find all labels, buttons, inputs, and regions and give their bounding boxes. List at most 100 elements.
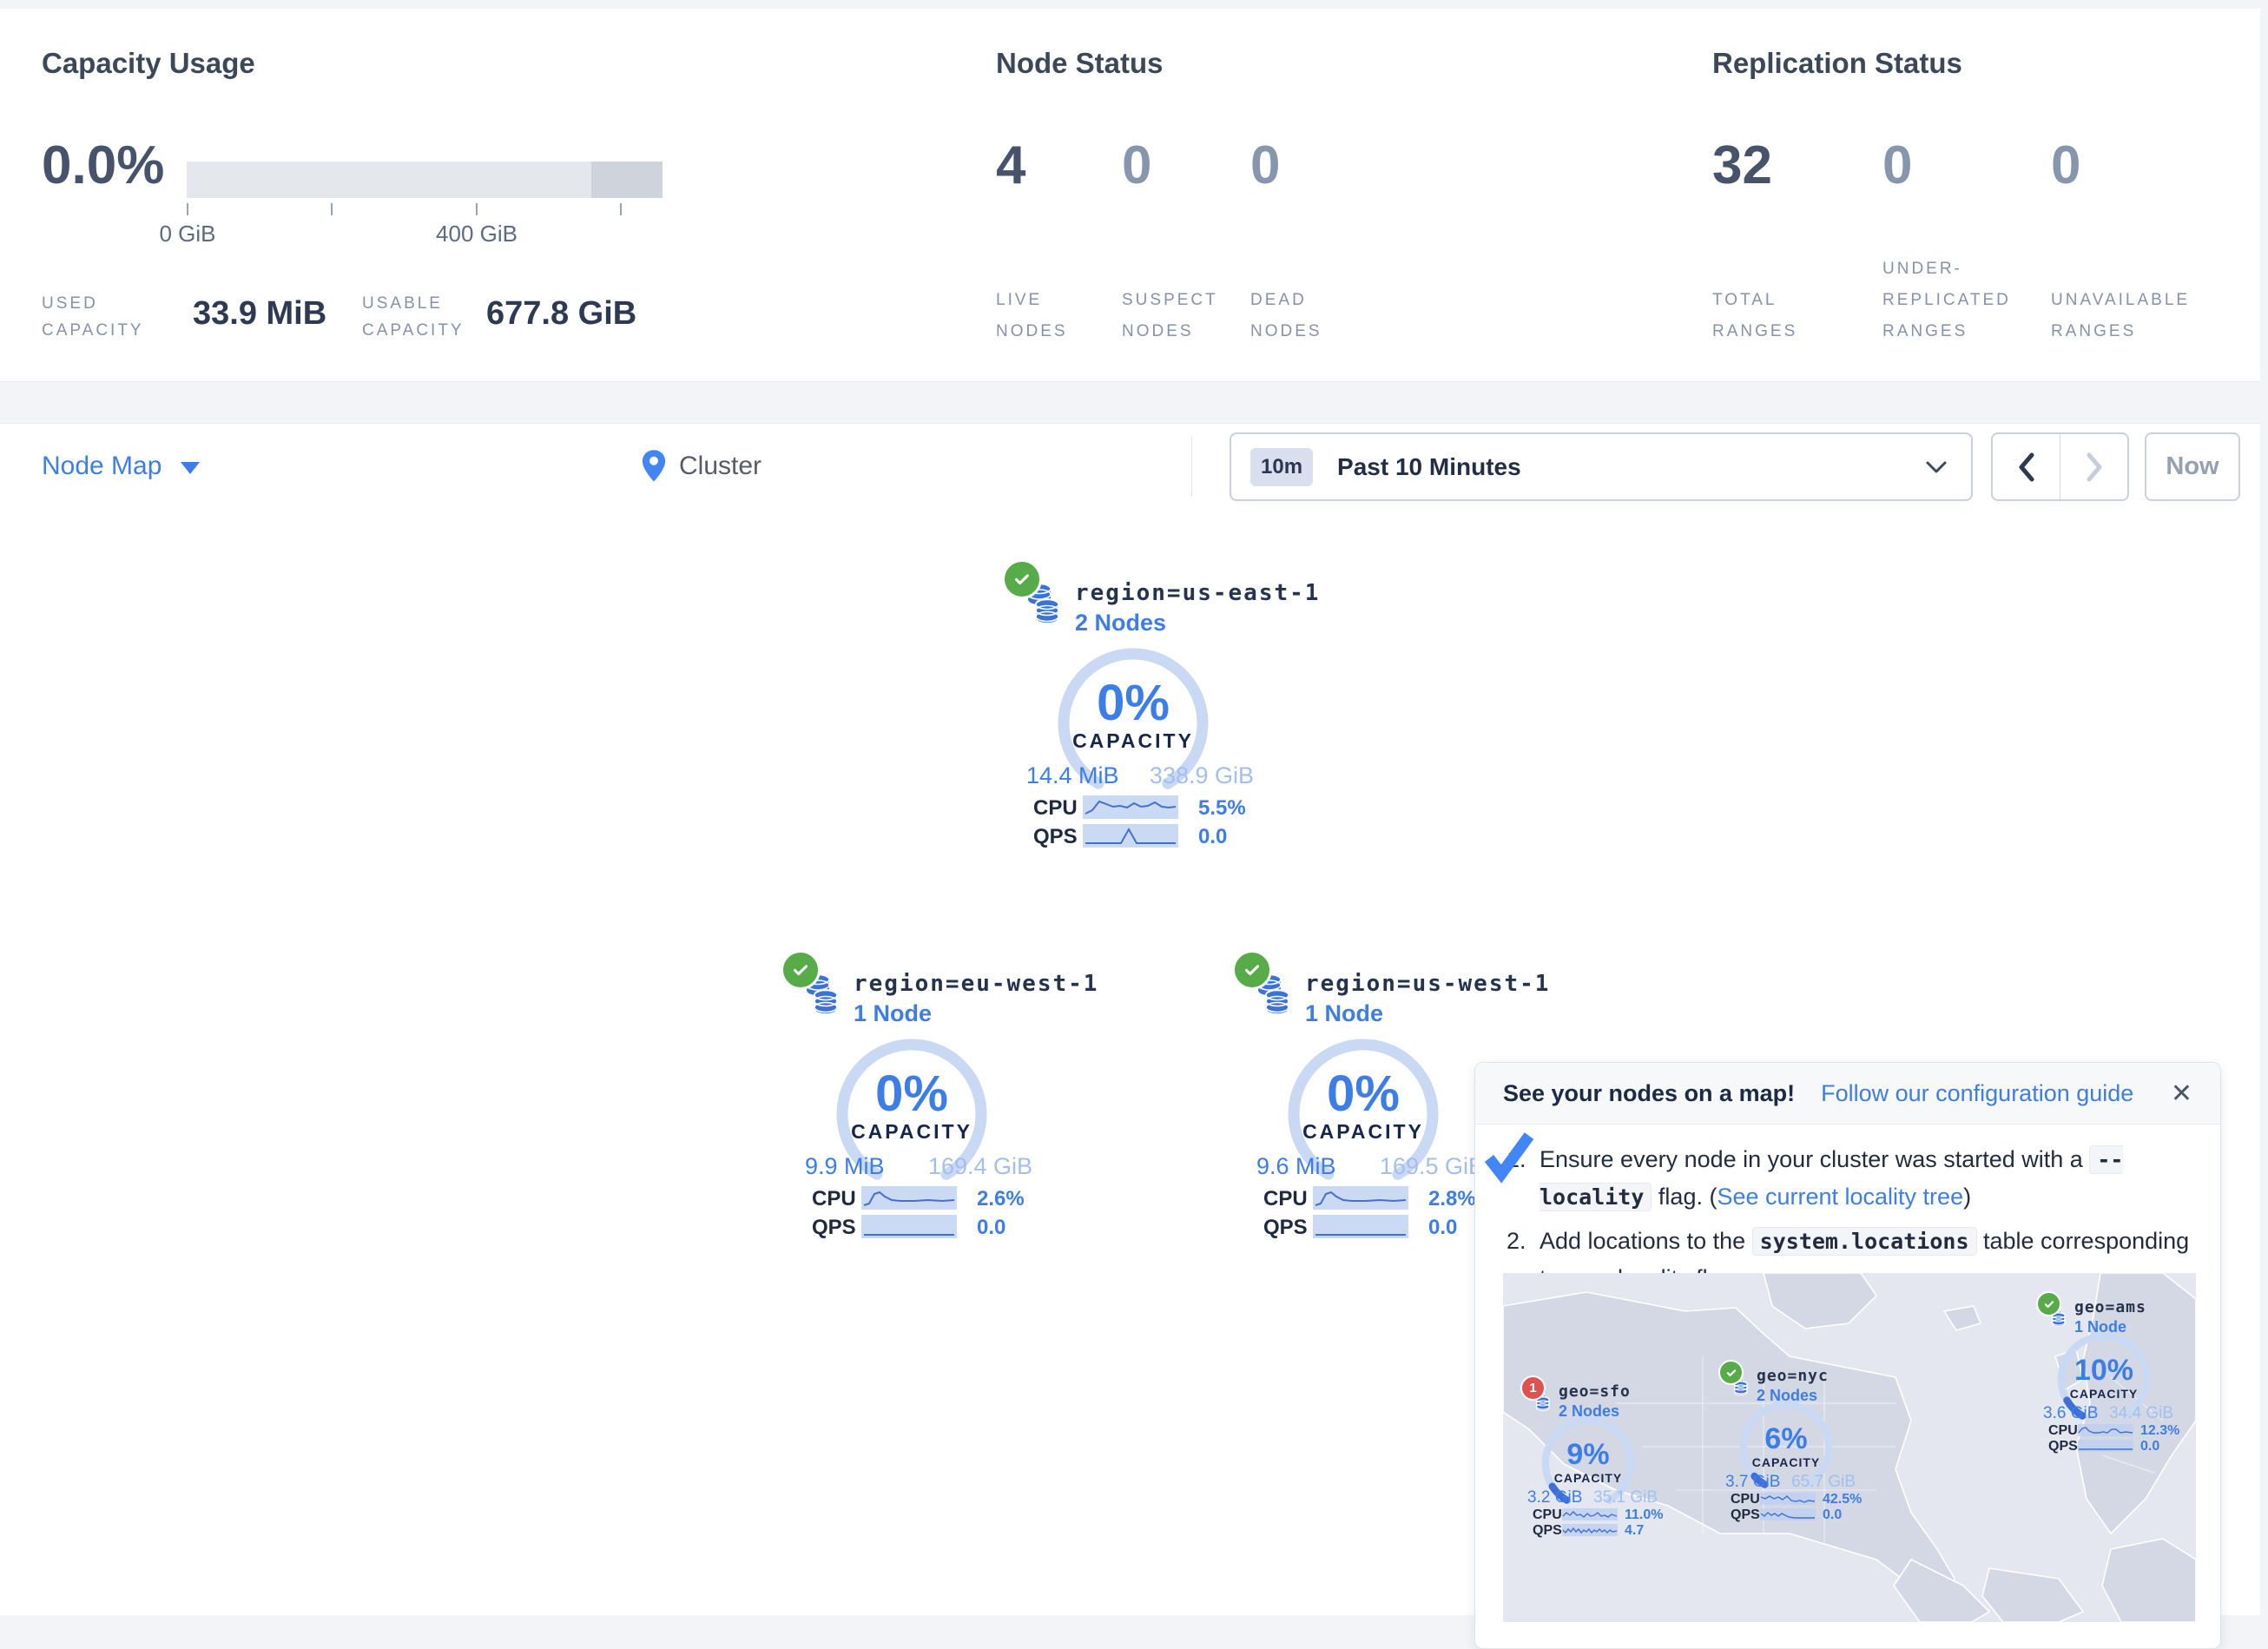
close-icon[interactable]: ✕ xyxy=(2171,1078,2192,1109)
unavailable-ranges-label: UNAVAILABLE RANGES xyxy=(2051,285,2225,347)
under-replicated-count: 0 xyxy=(1882,139,2047,193)
chevron-down-icon xyxy=(1926,461,1947,473)
time-range-dropdown[interactable]: 10m Past 10 Minutes xyxy=(1230,432,1973,501)
qps-value: 0.0 xyxy=(1198,825,1227,849)
capacity-bar-segment xyxy=(591,162,663,198)
unavailable-ranges-count: 0 xyxy=(2051,139,2238,193)
capacity-label: CAPACITY xyxy=(825,1120,999,1144)
node-ok-icon xyxy=(1232,950,1272,990)
total-value: 338.9 GiB xyxy=(1150,762,1254,789)
used-value: 3.7 GiB xyxy=(1725,1473,1780,1492)
popup-header: See your nodes on a map! Follow our conf… xyxy=(1475,1063,2220,1125)
used-value: 9.6 MiB xyxy=(1256,1153,1336,1180)
locality-card-eu-west-1[interactable]: region=eu-west-1 1 Node 0% CAPACITY 9.9 … xyxy=(786,953,1055,1249)
locality-name: region=us-west-1 xyxy=(1305,971,1550,997)
chevron-right-icon xyxy=(2086,452,2103,482)
caret-down-icon xyxy=(181,462,200,474)
qps-value: 4.7 xyxy=(1625,1523,1644,1539)
time-range-label: Past 10 Minutes xyxy=(1337,453,1521,481)
capacity-usage-title: Capacity Usage xyxy=(42,47,255,80)
total-ranges-count: 32 xyxy=(1712,139,1873,193)
under-replicated-label: UNDER-REPLICATED RANGES xyxy=(1882,254,2047,347)
cpu-sparkline xyxy=(1562,1508,1618,1520)
system-locations-code: system.locations xyxy=(1752,1227,1977,1256)
time-range-badge: 10m xyxy=(1250,448,1313,486)
capacity-label: CAPACITY xyxy=(1046,729,1220,753)
node-map-canvas: region=us-east-1 2 Nodes 0% CAPACITY 14.… xyxy=(0,508,2260,1615)
locality-tree-link[interactable]: See current locality tree xyxy=(1717,1184,1963,1210)
capacity-tick-label: 400 GiB xyxy=(436,221,518,247)
capacity-percent: 0% xyxy=(1046,674,1220,732)
step-text-mid: flag. ( xyxy=(1652,1184,1717,1210)
cpu-sparkline xyxy=(1313,1186,1408,1210)
qps-value: 0.0 xyxy=(1823,1507,1842,1523)
qps-label: QPS xyxy=(1263,1216,1308,1240)
total-value: 65.7 GiB xyxy=(1788,1473,1856,1492)
locality-nodes-link[interactable]: 2 Nodes xyxy=(1075,610,1166,637)
capacity-percent: 9% xyxy=(1536,1438,1640,1472)
cpu-sparkline xyxy=(1760,1493,1816,1505)
qps-value: 0.0 xyxy=(2140,1439,2159,1454)
popup-title: See your nodes on a map! xyxy=(1503,1080,1795,1107)
capacity-tick xyxy=(476,203,478,215)
toolbar: Node Map Cluster 10m Past 10 Minutes Now xyxy=(0,423,2260,509)
example-node-map: 1 geo=sfo 2 N xyxy=(1503,1273,2196,1622)
cpu-label: CPU xyxy=(1263,1187,1308,1211)
qps-label: QPS xyxy=(812,1216,856,1240)
cpu-value: 5.5% xyxy=(1198,796,1246,821)
capacity-tick xyxy=(331,203,333,215)
time-step-back-button[interactable] xyxy=(1993,434,2060,499)
cpu-label: CPU xyxy=(1731,1492,1760,1507)
time-step-forward-button[interactable] xyxy=(2060,434,2127,499)
total-value: 169.5 GiB xyxy=(1380,1153,1484,1180)
now-button[interactable]: Now xyxy=(2145,432,2240,501)
used-capacity-value: 33.9 MiB xyxy=(193,295,326,333)
cpu-value: 2.6% xyxy=(977,1187,1025,1211)
summary-panel: Capacity Usage 0.0% 0 GiB 400 GiB USED C… xyxy=(0,9,2260,382)
used-value: 3.6 GiB xyxy=(2043,1404,2098,1423)
locality-nodes-link[interactable]: 1 Node xyxy=(1305,1000,1383,1027)
cpu-value: 11.0% xyxy=(1625,1507,1663,1523)
total-ranges-label: TOTAL RANGES xyxy=(1712,285,1825,347)
configuration-guide-link[interactable]: Follow our configuration guide xyxy=(1821,1080,2133,1107)
now-button-label: Now xyxy=(2166,452,2219,481)
qps-sparkline xyxy=(1562,1524,1618,1536)
capacity-percent: 0% xyxy=(1276,1065,1450,1123)
used-value: 9.9 MiB xyxy=(805,1153,885,1180)
toolbar-divider xyxy=(1191,436,1192,497)
usable-capacity-value: 677.8 GiB xyxy=(486,295,636,333)
qps-label: QPS xyxy=(1033,825,1078,849)
capacity-tick-label: 0 GiB xyxy=(159,221,215,247)
node-ok-icon xyxy=(1002,559,1042,599)
live-nodes-label: LIVE NODES xyxy=(996,285,1100,347)
qps-value: 0.0 xyxy=(977,1216,1005,1240)
capacity-tick xyxy=(187,203,188,215)
locality-name: geo=nyc xyxy=(1757,1367,1829,1385)
cpu-value: 12.3% xyxy=(2140,1423,2179,1439)
qps-sparkline xyxy=(861,1215,957,1238)
locality-card-us-east-1[interactable]: region=us-east-1 2 Nodes 0% CAPACITY 14.… xyxy=(1007,563,1276,858)
locality-name: geo=ams xyxy=(2074,1298,2146,1316)
dead-nodes-label: DEAD NODES xyxy=(1250,285,1346,347)
live-nodes-count: 4 xyxy=(996,139,1109,193)
map-pin-icon xyxy=(641,449,667,484)
capacity-label: CAPACITY xyxy=(1276,1120,1450,1144)
view-selector-dropdown[interactable]: Node Map xyxy=(42,424,200,508)
step-done-check-icon xyxy=(1482,1129,1538,1184)
qps-label: QPS xyxy=(1731,1507,1760,1523)
breadcrumb-label: Cluster xyxy=(679,452,761,481)
dead-nodes-count: 0 xyxy=(1250,139,1381,193)
locality-name: region=eu-west-1 xyxy=(854,971,1098,997)
replication-status-title: Replication Status xyxy=(1712,47,1962,80)
qps-label: QPS xyxy=(1533,1523,1562,1539)
locality-nodes-link[interactable]: 1 Node xyxy=(854,1000,932,1027)
locality-card-us-west-1[interactable]: region=us-west-1 1 Node 0% CAPACITY 9.6 … xyxy=(1237,953,1507,1249)
capacity-percent: 10% xyxy=(2052,1354,2156,1388)
node-ok-icon xyxy=(781,950,821,990)
qps-sparkline xyxy=(1313,1215,1408,1238)
total-value: 35.1 GiB xyxy=(1590,1488,1658,1507)
cpu-sparkline xyxy=(1083,795,1178,819)
step-text-pre: Ensure every node in your cluster was st… xyxy=(1539,1146,2089,1172)
cpu-value: 42.5% xyxy=(1823,1492,1862,1507)
capacity-tick xyxy=(620,203,622,215)
